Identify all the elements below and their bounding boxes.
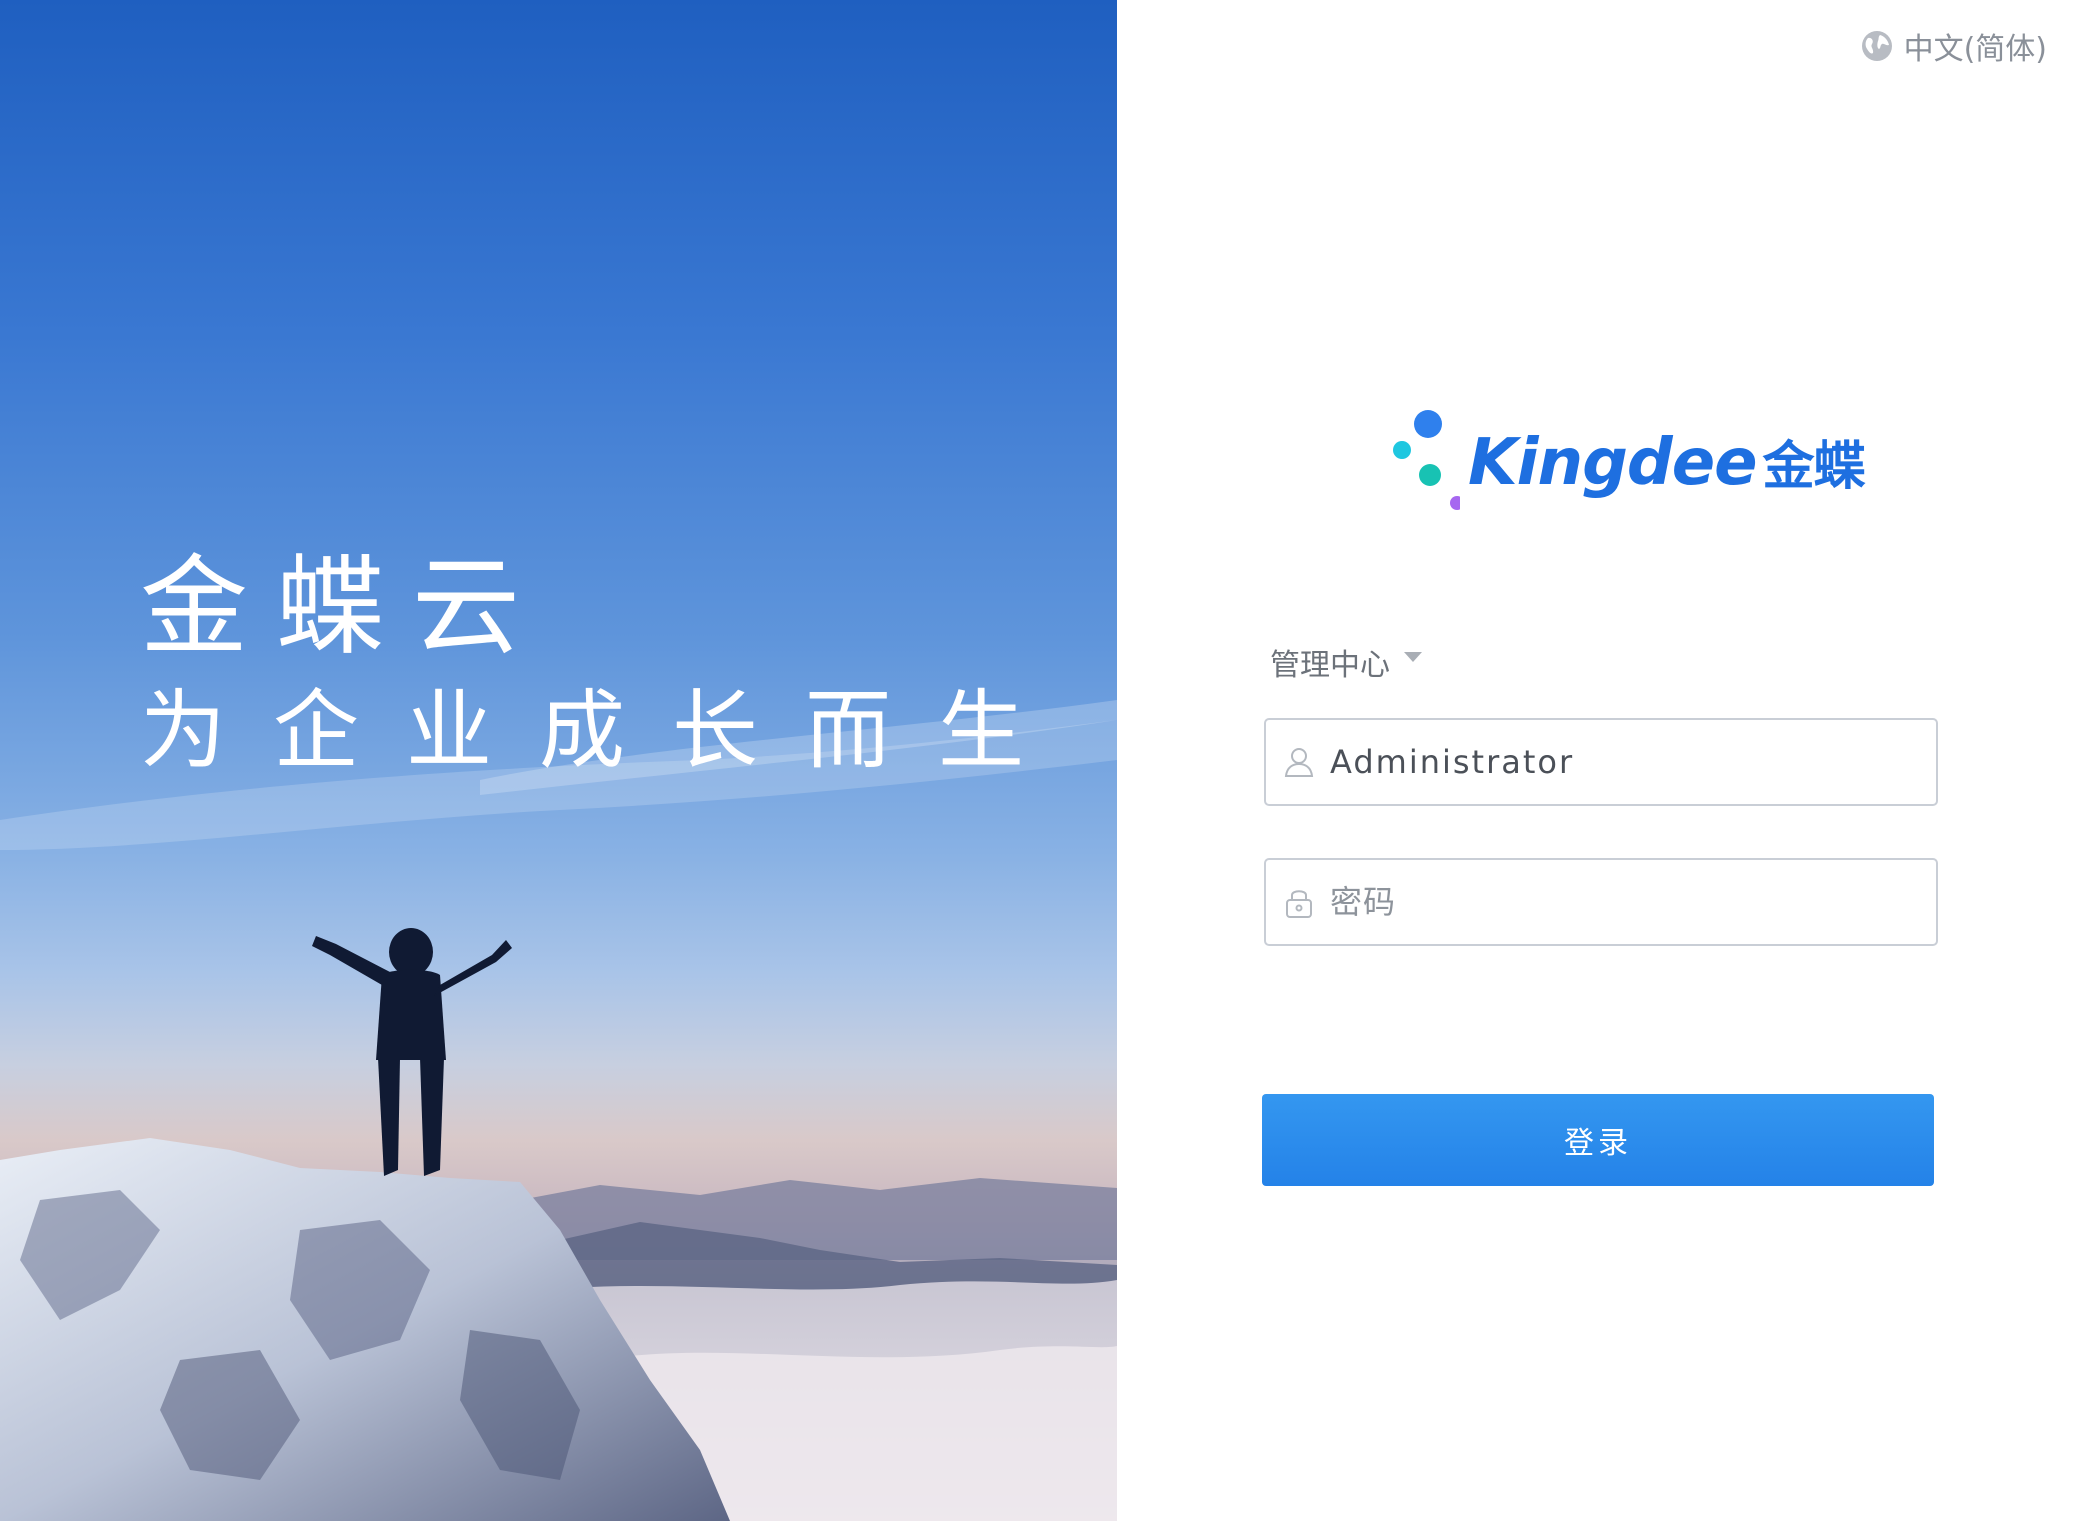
language-label: 中文(简体) xyxy=(1903,32,2047,67)
language-selector[interactable]: 中文(简体) xyxy=(1860,24,2047,68)
hero-panel: 金蝶云 为企业成长而生 xyxy=(0,0,1117,1521)
logo-text: Kingdee 金蝶 xyxy=(1468,424,1866,500)
caret-down-icon xyxy=(1404,652,1422,662)
logo-brand: Kingdee xyxy=(1468,426,1758,500)
hero-title: 金蝶云 xyxy=(140,545,549,670)
logo-brand-cn: 金蝶 xyxy=(1762,437,1866,497)
password-input[interactable] xyxy=(1328,882,1936,922)
lock-icon xyxy=(1286,890,1312,918)
kingdee-logo: Kingdee 金蝶 xyxy=(1390,402,1866,522)
hero-subtitle: 为企业成长而生 xyxy=(140,681,1071,781)
user-icon xyxy=(1284,748,1314,777)
logo-dots-icon xyxy=(1393,410,1460,510)
management-center-dropdown[interactable]: 管理中心 xyxy=(1270,640,1422,684)
globe-icon xyxy=(1861,31,1892,61)
username-input[interactable] xyxy=(1328,742,1936,782)
management-center-label: 管理中心 xyxy=(1270,648,1390,683)
username-field[interactable] xyxy=(1264,718,1938,806)
password-field[interactable] xyxy=(1264,858,1938,946)
login-button[interactable]: 登录 xyxy=(1262,1094,1934,1186)
